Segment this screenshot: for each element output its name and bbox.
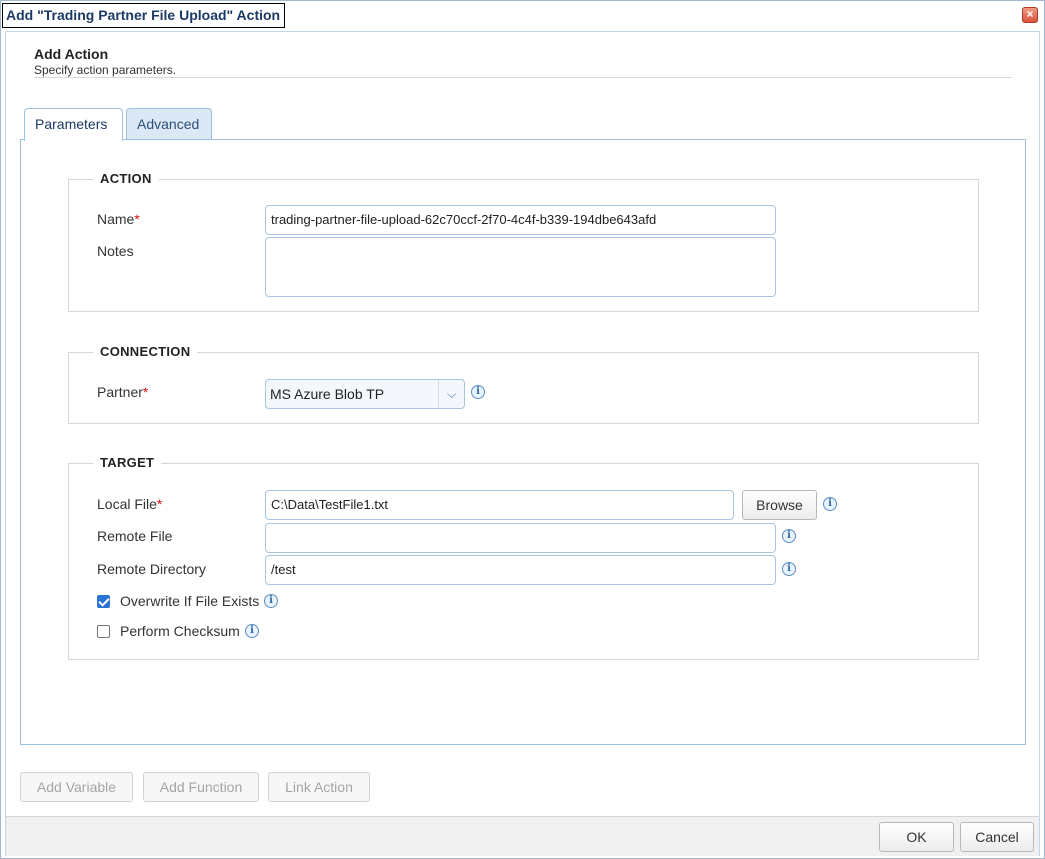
chevron-down-icon[interactable]: ⌵ <box>438 380 464 408</box>
remote-file-input[interactable] <box>265 523 776 553</box>
window-title: Add "Trading Partner File Upload" Action <box>2 3 286 28</box>
info-icon[interactable]: i <box>245 624 259 638</box>
tab-advanced[interactable]: Advanced <box>126 108 212 140</box>
target-legend: TARGET <box>93 455 162 470</box>
cancel-button[interactable]: Cancel <box>960 822 1034 852</box>
tab-parameters[interactable]: Parameters <box>24 108 123 141</box>
checksum-checkbox[interactable] <box>97 625 110 638</box>
header-divider <box>34 77 1012 78</box>
local-file-label: Local File* <box>97 496 163 512</box>
remote-directory-input[interactable]: /test <box>265 555 776 585</box>
info-icon[interactable]: i <box>823 497 837 511</box>
title-bar: Add "Trading Partner File Upload" Action… <box>1 1 1044 31</box>
action-section: ACTION Name* trading-partner-file-upload… <box>68 171 979 312</box>
info-icon[interactable]: i <box>471 385 485 399</box>
remote-file-label: Remote File <box>97 528 173 544</box>
browse-button[interactable]: Browse <box>742 490 817 520</box>
overwrite-label: Overwrite If File Exists <box>120 593 260 609</box>
notes-textarea[interactable] <box>265 237 776 297</box>
connection-section: CONNECTION Partner* MS Azure Blob TP ⌵ i <box>68 344 979 424</box>
page-title: Add Action <box>34 46 109 62</box>
info-icon[interactable]: i <box>782 562 796 576</box>
info-icon[interactable]: i <box>782 529 796 543</box>
local-file-input[interactable]: C:\Data\TestFile1.txt <box>265 490 734 520</box>
dialog-body: Add Action Specify action parameters. Pa… <box>5 31 1040 856</box>
connection-legend: CONNECTION <box>93 344 198 359</box>
name-label: Name* <box>97 211 140 227</box>
parameters-panel: ACTION Name* trading-partner-file-upload… <box>20 139 1026 745</box>
notes-label: Notes <box>97 243 134 259</box>
partner-label: Partner* <box>97 384 149 400</box>
name-input[interactable]: trading-partner-file-upload-62c70ccf-2f7… <box>265 205 776 235</box>
overwrite-checkbox[interactable] <box>97 595 110 608</box>
info-icon[interactable]: i <box>264 594 278 608</box>
add-variable-button[interactable]: Add Variable <box>20 772 133 802</box>
ok-button[interactable]: OK <box>879 822 954 852</box>
close-icon[interactable]: × <box>1022 7 1038 23</box>
partner-select-value: MS Azure Blob TP <box>270 386 385 402</box>
action-legend: ACTION <box>93 171 159 186</box>
dialog-window: Add "Trading Partner File Upload" Action… <box>0 0 1045 859</box>
add-function-button[interactable]: Add Function <box>143 772 259 802</box>
partner-select[interactable]: MS Azure Blob TP ⌵ <box>265 379 465 409</box>
page-subtitle: Specify action parameters. <box>34 63 177 77</box>
checksum-label: Perform Checksum <box>120 623 240 639</box>
link-action-button[interactable]: Link Action <box>268 772 370 802</box>
remote-directory-label: Remote Directory <box>97 561 206 577</box>
dialog-footer: OK Cancel <box>6 816 1039 856</box>
target-section: TARGET Local File* C:\Data\TestFile1.txt… <box>68 455 979 660</box>
